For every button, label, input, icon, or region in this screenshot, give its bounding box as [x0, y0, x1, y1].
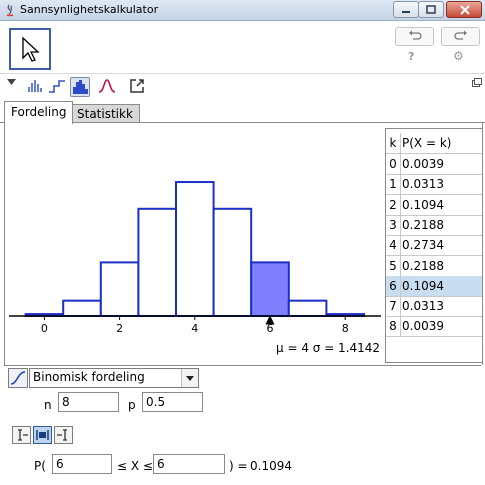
bar-chart-view-button[interactable]: [26, 77, 44, 95]
table-cell-k: 2: [386, 194, 401, 215]
close-icon: [460, 5, 470, 15]
maximize-button[interactable]: [418, 1, 444, 18]
n-input[interactable]: [58, 392, 119, 412]
table-cell-k: 5: [386, 255, 401, 276]
table-row[interactable]: 6 0.1094: [386, 275, 482, 297]
interval-right-sided-button[interactable]: [54, 426, 73, 444]
table-cell-k: 1: [386, 174, 401, 195]
chevron-down-icon[interactable]: [181, 369, 198, 387]
close-button[interactable]: [446, 1, 482, 18]
probability-open-label: P(: [34, 459, 46, 473]
table-row[interactable]: 8 0.0039: [386, 316, 482, 338]
settings-gear-icon[interactable]: ⚙: [453, 49, 464, 63]
undo-icon: [409, 30, 422, 40]
table-cell-k: 7: [386, 296, 401, 317]
undock-icon[interactable]: [472, 78, 482, 88]
undo-button[interactable]: [395, 27, 434, 46]
panel-divider: [4, 365, 481, 366]
column-header-probability: P(X = k): [402, 136, 452, 150]
left-bracket-icon: [18, 429, 28, 441]
interval-two-sided-button[interactable]: [33, 426, 52, 444]
tab-distribution[interactable]: Fordeling: [4, 101, 74, 124]
bar-k-3: [137, 207, 177, 317]
maximize-icon: [426, 5, 436, 14]
bar-k-7: [287, 299, 328, 317]
table-row[interactable]: 3 0.2188: [386, 214, 482, 236]
probability-result: 0.1094: [250, 459, 292, 473]
export-button[interactable]: [128, 77, 146, 95]
n-label: n: [44, 398, 52, 412]
step-graph-view-button[interactable]: [48, 77, 66, 95]
distribution-plot[interactable]: 0 2 4 6 8▲: [5, 123, 383, 341]
help-icon[interactable]: ?: [408, 50, 414, 63]
p-input[interactable]: [142, 392, 203, 412]
x-tick-label: 4: [191, 322, 198, 335]
result-equals-label: ) =: [229, 459, 248, 473]
tab-statistics[interactable]: Statistikk: [70, 104, 140, 123]
table-row[interactable]: 7 0.0313: [386, 296, 482, 318]
table-cell-probability: 0.1094: [402, 197, 444, 212]
table-cell-k: 4: [386, 235, 401, 256]
table-row[interactable]: 4 0.2734: [386, 235, 482, 257]
lower-bound-input[interactable]: [52, 454, 112, 474]
bar-chart-icon: [28, 80, 42, 92]
right-bracket-icon: [57, 429, 67, 441]
distribution-select-value: Binomisk fordeling: [33, 370, 145, 384]
interval-inequality-label: ≤ X ≤: [117, 459, 153, 473]
table-cell-k: 8: [386, 316, 401, 337]
bar-k-6: [250, 261, 290, 317]
table-cell-probability: 0.0313: [402, 299, 444, 314]
bar-k-5: [212, 207, 253, 317]
histogram-view-button[interactable]: [70, 77, 90, 97]
redo-icon: [454, 30, 467, 40]
upper-bound-input[interactable]: [153, 454, 225, 474]
export-icon: [130, 79, 144, 93]
table-cell-probability: 0.0039: [402, 157, 444, 171]
selection-marker-icon[interactable]: ▲: [265, 312, 275, 326]
mean-sigma-label: μ = 4 σ = 1.4142: [276, 341, 381, 355]
x-tick-label: 8: [342, 322, 349, 335]
bar-k-4: [175, 181, 215, 318]
normal-curve-icon: [98, 79, 116, 93]
cumulative-toggle-button[interactable]: [8, 368, 28, 388]
interval-left-sided-button[interactable]: [12, 426, 31, 444]
redo-button[interactable]: [441, 27, 480, 46]
table-row[interactable]: 5 0.2188: [386, 255, 482, 277]
table-cell-probability: 0.0039: [402, 319, 444, 334]
table-cell-k: 6: [386, 275, 401, 296]
collapse-triangle-icon[interactable]: [7, 78, 17, 86]
table-cell-probability: 0.2734: [402, 238, 444, 253]
step-graph-icon: [49, 80, 65, 93]
move-tool-button[interactable]: [9, 28, 51, 70]
probability-table: k P(X = k) 0 0.0039 1 0.0313 2 0.1094 3 0.2188 4…: [385, 128, 483, 363]
minimize-button[interactable]: [393, 1, 419, 18]
table-cell-k: 3: [386, 214, 401, 235]
column-header-k: k: [386, 133, 401, 153]
table-cell-k: 0: [386, 154, 401, 174]
table-cell-probability: 0.2188: [402, 217, 444, 232]
pointer-arrow-icon: [22, 36, 40, 62]
histogram-icon: [73, 80, 88, 94]
bar-k-2: [99, 261, 140, 317]
x-tick-label: 2: [116, 322, 123, 335]
table-cell-probability: 0.2188: [402, 258, 444, 273]
two-sided-bracket-icon: [36, 430, 49, 440]
normal-overlay-button[interactable]: [98, 77, 116, 95]
table-cell-probability: 0.1094: [402, 278, 444, 293]
cumulative-curve-icon: [10, 371, 26, 385]
table-row[interactable]: 0 0.0039: [386, 154, 482, 175]
table-row[interactable]: 1 0.0313: [386, 174, 482, 196]
table-header-row: k P(X = k): [386, 133, 482, 154]
window-title: Sannsynlighetskalkulator: [20, 3, 159, 16]
bar-k-1: [62, 299, 102, 317]
minimize-icon: [402, 11, 410, 13]
p-label: p: [128, 398, 136, 412]
table-cell-probability: 0.0313: [402, 177, 444, 192]
x-tick-label: 0: [41, 322, 48, 335]
java-app-icon: [6, 4, 14, 17]
table-row[interactable]: 2 0.1094: [386, 194, 482, 216]
distribution-select[interactable]: Binomisk fordeling: [29, 368, 199, 388]
